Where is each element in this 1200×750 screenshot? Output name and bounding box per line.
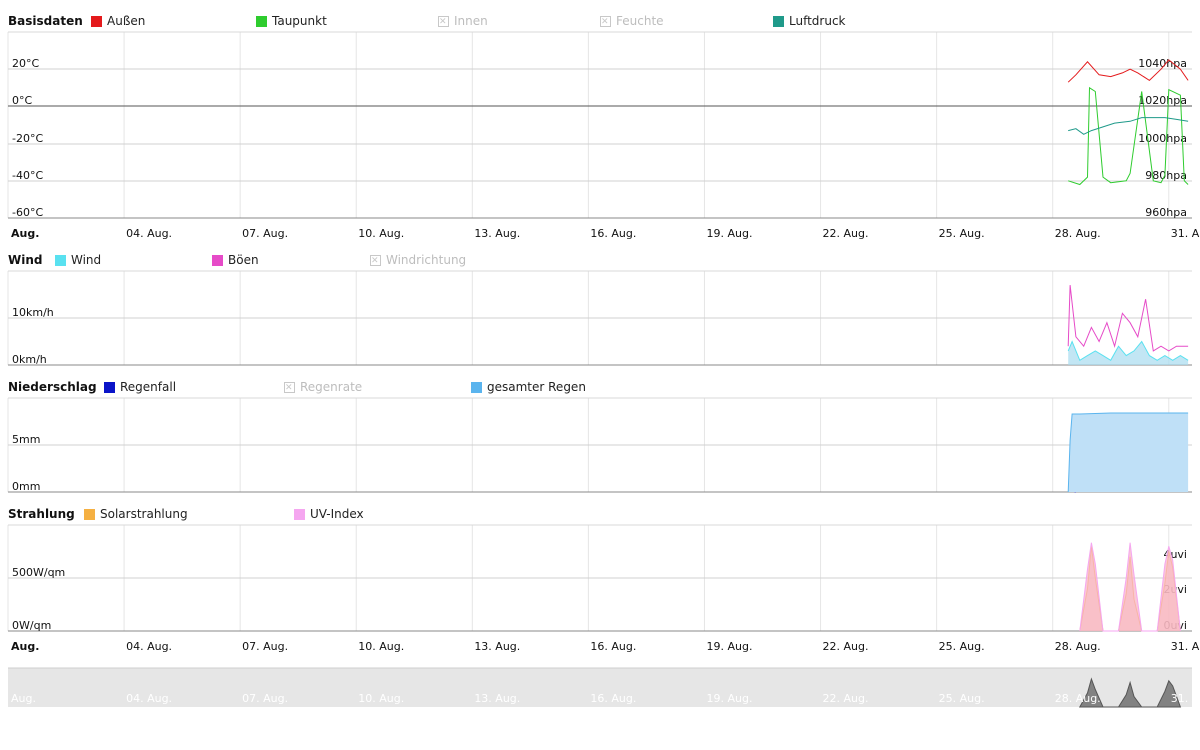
series-group	[1067, 285, 1189, 365]
y-tick-label: -20°C	[12, 132, 43, 145]
x-tick-label: 16. Aug.	[590, 227, 636, 240]
plot-area[interactable]: 10km/h 0km/h	[7, 270, 1192, 366]
x-tick-label: 31. Aug	[1171, 227, 1200, 240]
x-tick-label: 13. Aug.	[474, 227, 520, 240]
y-right-tick-label: 960hpa	[1145, 206, 1187, 219]
x-tick-label: 13. Aug.	[474, 640, 520, 653]
charts-canvas[interactable]: 20°C0°C-20°C-40°C-60°C1040hpa1020hpa1000…	[0, 0, 1200, 750]
navigator-tick-label: 10. Aug.	[358, 692, 404, 705]
x-tick-label: 31. Aug	[1171, 640, 1200, 653]
navigator-tick-label: 13. Aug.	[474, 692, 520, 705]
x-tick-label: 04. Aug.	[126, 640, 172, 653]
x-tick-label: 19. Aug.	[706, 640, 752, 653]
x-axis-top: Aug. 04. Aug. 07. Aug. 10. Aug. 13. Aug. 16. …	[11, 227, 1200, 240]
y-tick-label: 0km/h	[12, 353, 47, 366]
x-tick-label: Aug.	[11, 227, 39, 240]
x-tick-label: 07. Aug.	[242, 227, 288, 240]
y-tick-label: 5mm	[12, 433, 40, 446]
navigator-tick-label: 28. Aug.	[1055, 692, 1101, 705]
x-tick-label: 04. Aug.	[126, 227, 172, 240]
y-tick-label: 0°C	[12, 94, 32, 107]
navigator-tick-label: 07. Aug.	[242, 692, 288, 705]
y-tick-label: 10km/h	[12, 306, 54, 319]
series-group	[1067, 59, 1189, 186]
x-tick-label: 28. Aug.	[1055, 227, 1101, 240]
x-tick-label: 25. Aug.	[939, 227, 985, 240]
x-tick-label: 16. Aug.	[590, 640, 636, 653]
navigator-tick-label: 16. Aug.	[590, 692, 636, 705]
plot-area[interactable]: 500W/qm0W/qm4uvi2uvi0uvi	[7, 524, 1192, 632]
navigator-tick-label: 22. Aug.	[823, 692, 869, 705]
plot-area[interactable]: 5mm 0mm	[7, 397, 1192, 493]
series-area	[1068, 413, 1189, 492]
navigator-tick-label: 31. Aug	[1171, 692, 1200, 705]
y-tick-label: 0W/qm	[12, 619, 51, 632]
navigator[interactable]: Aug. 04. Aug. 07. Aug. 10. Aug. 13. Aug. 16. …	[8, 667, 1200, 708]
plot-area[interactable]: 20°C0°C-20°C-40°C-60°C1040hpa1020hpa1000…	[7, 31, 1192, 219]
y-tick-label: 0mm	[12, 480, 40, 493]
navigator-tick-label: 04. Aug.	[126, 692, 172, 705]
x-tick-label: Aug.	[11, 640, 39, 653]
series-group	[1067, 412, 1189, 493]
x-tick-label: 28. Aug.	[1055, 640, 1101, 653]
x-tick-label: 19. Aug.	[706, 227, 752, 240]
x-tick-label: 07. Aug.	[242, 640, 288, 653]
x-tick-label: 22. Aug.	[823, 227, 869, 240]
series-area	[1068, 341, 1189, 365]
y-right-tick-label: 1000hpa	[1138, 132, 1187, 145]
weather-dashboard: BasisdatenAußenTaupunktInnenFeuchteLuftd…	[0, 0, 1200, 750]
x-axis-bottom: Aug. 04. Aug. 07. Aug. 10. Aug. 13. Aug. 16. …	[11, 640, 1200, 653]
x-tick-label: 10. Aug.	[358, 227, 404, 240]
x-tick-label: 25. Aug.	[939, 640, 985, 653]
x-tick-label: 22. Aug.	[823, 640, 869, 653]
y-tick-label: -60°C	[12, 206, 43, 219]
y-right-tick-label: 1020hpa	[1138, 94, 1187, 107]
navigator-tick-label: 19. Aug.	[706, 692, 752, 705]
navigator-tick-label: Aug.	[11, 692, 36, 705]
x-tick-label: 10. Aug.	[358, 640, 404, 653]
y-tick-label: 500W/qm	[12, 566, 65, 579]
y-tick-label: -40°C	[12, 169, 43, 182]
y-tick-label: 20°C	[12, 57, 39, 70]
navigator-tick-label: 25. Aug.	[939, 692, 985, 705]
